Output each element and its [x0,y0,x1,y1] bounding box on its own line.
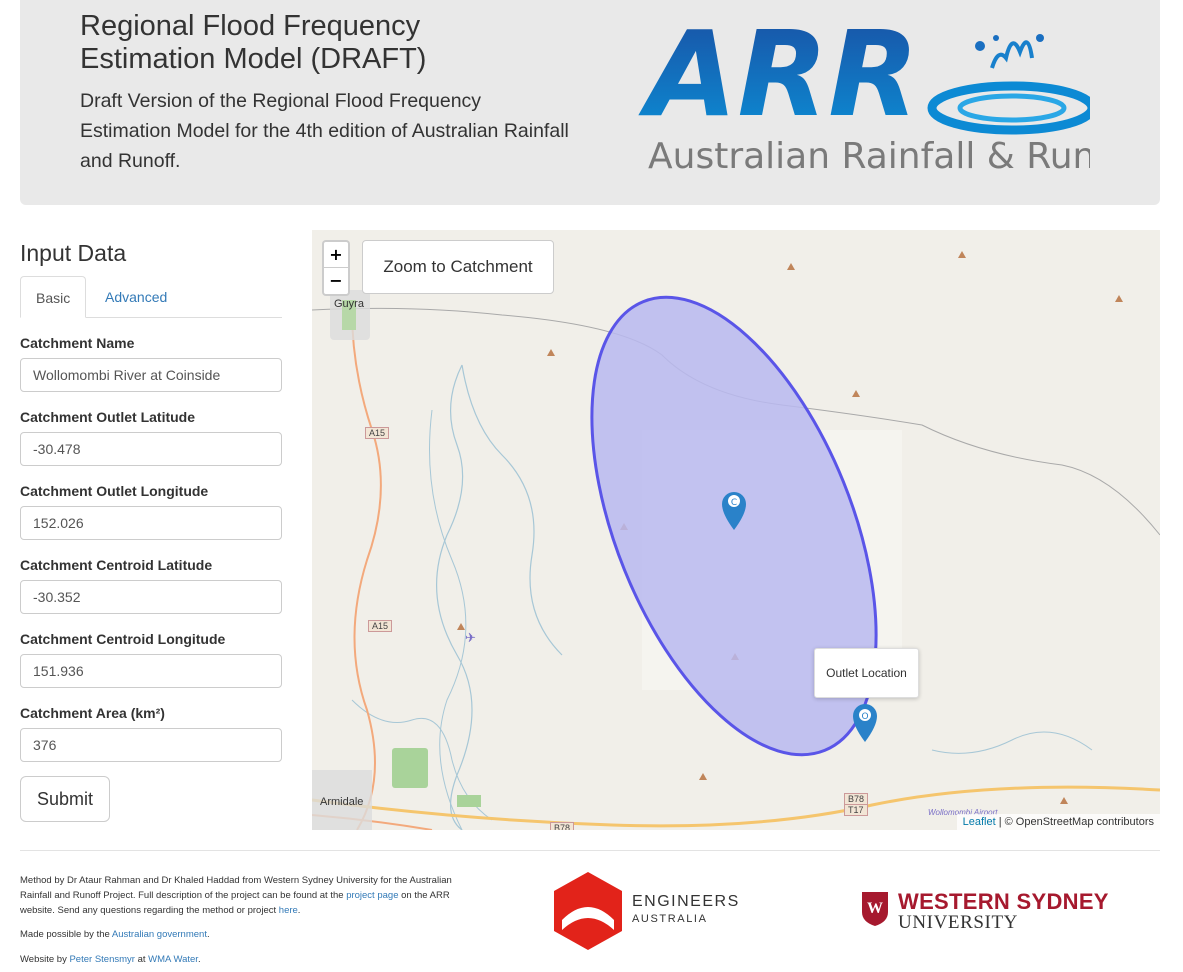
footer-divider [20,850,1160,851]
engineers-text: ENGINEERS [632,893,740,910]
map-label-armidale: Armidale [320,796,364,808]
website-by-period: . [197,954,201,965]
page-description: Draft Version of the Regional Flood Freq… [80,90,569,172]
tab-advanced[interactable]: Advanced [90,276,182,318]
tab-basic[interactable]: Basic [20,276,86,318]
australian-government-link[interactable]: Australian government [112,929,207,940]
map-basemap: ✈ C O [312,230,1160,830]
centroid-latitude-input[interactable] [20,580,282,614]
input-data-heading: Input Data [20,240,127,266]
catchment-area-input[interactable] [20,728,282,762]
made-possible-text: Made possible by the [20,929,112,940]
outlet-latitude-label: Catchment Outlet Latitude [20,409,196,425]
footer-made-possible: Made possible by the Australian governme… [20,927,470,942]
road-shield-t17: T17 [844,804,868,816]
svg-text:Australian Rainfall & Runoff: Australian Rainfall & Runoff [648,136,1090,177]
author-link[interactable]: Peter Stensmyr [69,954,134,965]
centroid-longitude-input[interactable] [20,654,282,688]
svg-text:O: O [861,712,868,722]
svg-text:W: W [867,900,883,917]
footer-method-part3: . [297,905,301,916]
road-shield-a15-2: A15 [368,620,393,632]
catchment-name-input[interactable] [20,358,282,392]
page-title: Regional Flood Frequency Estimation Mode… [80,10,427,75]
catchment-name-label: Catchment Name [20,335,135,351]
outlet-latitude-input[interactable] [20,432,282,466]
zoom-to-catchment-button[interactable]: Zoom to Catchment [362,240,554,294]
footer-website-by: Website by Peter Stensmyr at WMA Water. [20,952,470,967]
outlet-longitude-input[interactable] [20,506,282,540]
project-page-link[interactable]: project page [346,890,398,901]
zoom-control: + − [322,240,350,296]
page-header: Regional Flood Frequency Estimation Mode… [20,0,1160,205]
svg-text:ARR: ARR [638,8,919,143]
zoom-out-button[interactable]: − [324,268,348,294]
map-attribution: Leaflet | © OpenStreetMap contributors [956,814,1160,830]
centroid-latitude-label: Catchment Centroid Latitude [20,557,213,573]
input-tabs: Basic Advanced [20,276,282,318]
western-sydney-shield-icon: W [862,892,888,926]
osm-attribution: | © OpenStreetMap contributors [995,816,1154,828]
road-shield-b78-bottom: B78 [550,822,575,830]
map-label-guyra: Guyra [334,298,364,310]
centroid-longitude-label: Catchment Centroid Longitude [20,631,226,647]
footer-method-text: Method by Dr Ataur Rahman and Dr Khaled … [20,873,470,918]
wma-water-link[interactable]: WMA Water [148,954,198,965]
engineers-australia-logo [554,872,622,950]
website-by-text: Website by [20,954,70,965]
road-shield-a15: A15 [365,427,390,439]
australia-text: AUSTRALIA [632,913,708,925]
at-text: at [134,954,149,965]
university-text: UNIVERSITY [898,912,1018,933]
made-possible-period: . [206,929,210,940]
arr-logo: ARR Australian Rainfall & Runoff [638,8,1090,177]
submit-button[interactable]: Submit [20,776,110,822]
leaflet-link[interactable]: Leaflet [963,816,996,828]
map-view[interactable]: ✈ C O Guyra Armidale Wollomombi Airport … [312,230,1160,830]
outlet-location-popup: Outlet Location [814,648,919,698]
svg-text:✈: ✈ [465,631,476,646]
zoom-in-button[interactable]: + [324,242,348,268]
catchment-area-label: Catchment Area (km²) [20,705,165,721]
svg-text:C: C [731,498,737,508]
outlet-longitude-label: Catchment Outlet Longitude [20,483,209,499]
contact-here-link[interactable]: here [279,905,298,916]
